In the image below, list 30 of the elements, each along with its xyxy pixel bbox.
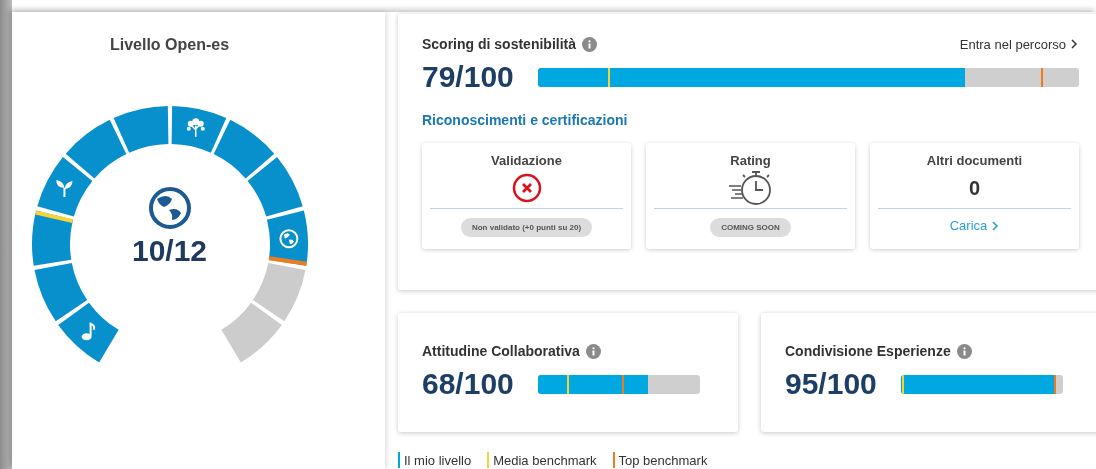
legend-label: Top benchmark — [618, 452, 708, 468]
info-icon — [585, 343, 601, 359]
card-title: Condivisione Esperienze — [785, 343, 951, 359]
card-title: Attitudine Collaborativa — [422, 343, 580, 359]
score-value: 95/100 — [785, 367, 877, 401]
globe-icon — [278, 229, 298, 249]
info-icon — [582, 36, 598, 52]
chevron-icon — [992, 220, 1000, 231]
score-value: 79/100 — [422, 60, 514, 94]
score-value: 68/100 — [422, 367, 514, 401]
tree-icon — [186, 118, 205, 138]
level-value: 10/12 — [131, 234, 208, 268]
section-title: Riconoscimenti e certificazioni — [422, 112, 629, 128]
error-icon — [511, 173, 542, 203]
sprout-icon — [55, 180, 72, 199]
card-title: Scoring di sostenibilità — [422, 36, 577, 52]
path-link[interactable]: Entra nel percorso — [959, 36, 1078, 52]
legend-label: Il mio livello — [404, 452, 472, 468]
card-title: Rating — [730, 153, 771, 168]
chevron-icon — [1071, 39, 1078, 49]
document-count: 0 — [968, 176, 981, 200]
status-badge: COMING SOON — [710, 218, 791, 237]
gauge-title: Livello Open-es — [109, 36, 230, 54]
info-icon — [956, 343, 972, 359]
card-title: Altri documenti — [926, 153, 1023, 168]
status-badge: Non validato (+0 punti su 20) — [460, 218, 593, 237]
card-title: Validazione — [491, 153, 562, 168]
legend-label: Media benchmark — [493, 452, 597, 468]
globe-icon — [147, 186, 192, 230]
note-icon — [81, 322, 95, 341]
